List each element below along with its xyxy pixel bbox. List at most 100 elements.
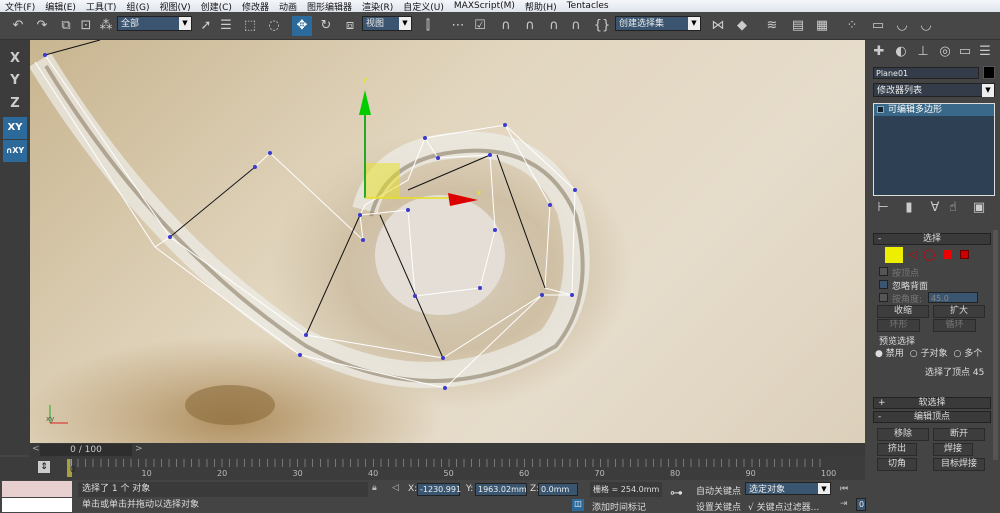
- bind-space-warp-icon[interactable]: ⁂: [96, 16, 116, 36]
- material-editor-icon[interactable]: ⁘: [842, 16, 862, 36]
- motion-tab-icon[interactable]: ◎: [935, 42, 955, 62]
- create-tab-icon[interactable]: ✚: [869, 42, 889, 62]
- key-filters-button[interactable]: √ 关键点过滤器...: [748, 500, 819, 513]
- menu-create[interactable]: 创建(C): [196, 0, 237, 13]
- modifier-list-dropdown[interactable]: 修改器列表 ▼: [873, 83, 995, 97]
- goto-start-icon[interactable]: ⏮: [840, 484, 848, 494]
- window-crossing-icon[interactable]: ◌: [264, 16, 284, 36]
- auto-key-button[interactable]: 自动关键点: [696, 484, 741, 497]
- curve-editor-icon[interactable]: ▤: [788, 16, 808, 36]
- stack-item-editable-poly[interactable]: 可编辑多边形: [874, 104, 994, 116]
- menu-tentacles[interactable]: Tentacles: [562, 1, 614, 11]
- maxscript-input[interactable]: [2, 498, 72, 512]
- time-tag-icon[interactable]: ◫: [572, 499, 584, 511]
- preview-subobject-radio[interactable]: ○ 子对象: [910, 346, 948, 359]
- align-icon[interactable]: ◆: [732, 16, 752, 36]
- preview-disable-radio[interactable]: ● 禁用: [875, 346, 904, 359]
- layer-manager-icon[interactable]: ≋: [762, 16, 782, 36]
- constrain-x-button[interactable]: X: [3, 48, 27, 70]
- rect-selection-icon[interactable]: ⬚: [240, 16, 260, 36]
- key-mode-toggle-icon[interactable]: ⇥: [840, 499, 848, 509]
- object-color-swatch[interactable]: [983, 66, 995, 79]
- viewport-canvas[interactable]: y x xy: [30, 40, 865, 443]
- menu-group[interactable]: 组(G): [121, 0, 154, 13]
- by-angle-checkbox[interactable]: [879, 293, 888, 302]
- menu-graph-editors[interactable]: 图形编辑器: [302, 0, 357, 13]
- menu-file[interactable]: 文件(F): [0, 0, 40, 13]
- time-slider-thumb[interactable]: 0 / 100: [40, 444, 132, 456]
- expand-icon[interactable]: [877, 106, 884, 113]
- make-unique-icon[interactable]: ∀: [925, 198, 945, 218]
- time-slider[interactable]: < 0 / 100 >: [30, 443, 865, 457]
- relative-mode-icon[interactable]: ◁: [392, 483, 399, 493]
- edit-vertices-rollout-header[interactable]: - 编辑顶点: [873, 411, 991, 423]
- remove-modifier-icon[interactable]: ☝: [943, 198, 963, 218]
- menu-tools[interactable]: 工具(T): [81, 0, 122, 13]
- menu-help[interactable]: 帮助(H): [520, 0, 562, 13]
- select-by-name-icon[interactable]: ☰: [216, 16, 236, 36]
- set-key-icon[interactable]: ⊶: [670, 486, 683, 501]
- soft-selection-rollout-header[interactable]: + 软选择: [873, 397, 991, 409]
- track-bar[interactable]: ⇕ 0 10 20 30 40 50 60 70 80 90 100: [0, 457, 865, 480]
- snaps-toggle-icon[interactable]: ☑: [470, 16, 490, 36]
- menu-rendering[interactable]: 渲染(R): [357, 0, 398, 13]
- loop-button[interactable]: 循环: [933, 319, 976, 332]
- lock-selection-icon[interactable]: 🔒︎: [372, 483, 377, 493]
- constrain-z-button[interactable]: Z: [3, 93, 27, 115]
- scale-icon[interactable]: ⧈: [340, 16, 360, 36]
- menu-maxscript[interactable]: MAXScript(M): [449, 1, 520, 11]
- menu-customize[interactable]: 自定义(U): [398, 0, 449, 13]
- render-icon[interactable]: ◡: [916, 16, 936, 36]
- extrude-button[interactable]: 挤出: [877, 443, 917, 456]
- modify-tab-icon[interactable]: ◐: [891, 42, 911, 62]
- snap-axis-constraint-button[interactable]: ∩XY: [3, 140, 27, 162]
- rotate-icon[interactable]: ↻: [316, 16, 336, 36]
- panel-scrollbar[interactable]: [993, 230, 998, 460]
- keyboard-shortcut-override-icon[interactable]: ⋯: [448, 16, 468, 36]
- spinner-snap-icon[interactable]: ∩: [566, 16, 586, 36]
- z-coordinate-field[interactable]: 0.0mm: [538, 483, 578, 496]
- redo-icon[interactable]: ↷: [32, 16, 52, 36]
- rendered-frame-icon[interactable]: ◡: [892, 16, 912, 36]
- time-prev-icon[interactable]: <: [32, 444, 40, 454]
- preview-multi-radio[interactable]: ○ 多个: [953, 346, 982, 359]
- weld-button[interactable]: 焊接: [933, 443, 973, 456]
- vertex-mode-icon[interactable]: [885, 247, 903, 263]
- break-button[interactable]: 断开: [933, 428, 985, 441]
- y-coordinate-field[interactable]: 1963.02mm: [475, 483, 527, 496]
- configure-modifier-sets-icon[interactable]: ▣: [969, 198, 989, 218]
- utilities-tab-icon[interactable]: ☰: [975, 42, 995, 62]
- edge-mode-icon[interactable]: ◁: [909, 248, 917, 261]
- border-mode-icon[interactable]: ◯: [923, 248, 935, 261]
- add-time-tag-button[interactable]: 添加时间标记: [592, 500, 646, 513]
- menu-views[interactable]: 视图(V): [154, 0, 195, 13]
- set-key-button[interactable]: 设置关键点: [696, 500, 741, 513]
- shrink-button[interactable]: 收缩: [877, 305, 929, 318]
- ring-button[interactable]: 环形: [877, 319, 920, 332]
- by-vertex-checkbox[interactable]: [879, 267, 888, 276]
- show-end-result-icon[interactable]: ▮: [899, 198, 919, 218]
- reference-coord-dropdown[interactable]: 视图 ▼: [362, 16, 412, 31]
- menu-modifiers[interactable]: 修改器: [237, 0, 274, 13]
- selection-filter-dropdown[interactable]: 全部 ▼: [117, 16, 192, 31]
- snap-3d-icon[interactable]: ∩: [496, 16, 516, 36]
- x-coordinate-field[interactable]: -1230.991: [417, 483, 461, 496]
- key-mode-dropdown[interactable]: 选定对象 ▼: [745, 482, 831, 495]
- open-mini-curve-editor-icon[interactable]: ⇕: [38, 461, 50, 473]
- angle-value-field[interactable]: 45.0: [928, 292, 978, 303]
- select-object-icon[interactable]: ➚: [196, 16, 216, 36]
- constrain-xy-button[interactable]: XY: [3, 117, 27, 139]
- constrain-y-button[interactable]: Y: [3, 70, 27, 92]
- mirror-icon[interactable]: ⋈: [708, 16, 728, 36]
- edit-named-selection-icon[interactable]: {}: [592, 16, 612, 36]
- percent-snap-icon[interactable]: ∩: [544, 16, 564, 36]
- current-frame-field[interactable]: 0: [856, 498, 866, 511]
- polygon-mode-icon[interactable]: [943, 250, 952, 259]
- element-mode-icon[interactable]: [960, 250, 969, 259]
- pin-stack-icon[interactable]: ⊢: [873, 198, 893, 218]
- angle-snap-icon[interactable]: ∩: [520, 16, 540, 36]
- viewport-perspective[interactable]: y x xy: [30, 40, 865, 443]
- hierarchy-tab-icon[interactable]: ⊥: [913, 42, 933, 62]
- menu-animation[interactable]: 动画: [274, 0, 302, 13]
- target-weld-button[interactable]: 目标焊接: [933, 458, 985, 471]
